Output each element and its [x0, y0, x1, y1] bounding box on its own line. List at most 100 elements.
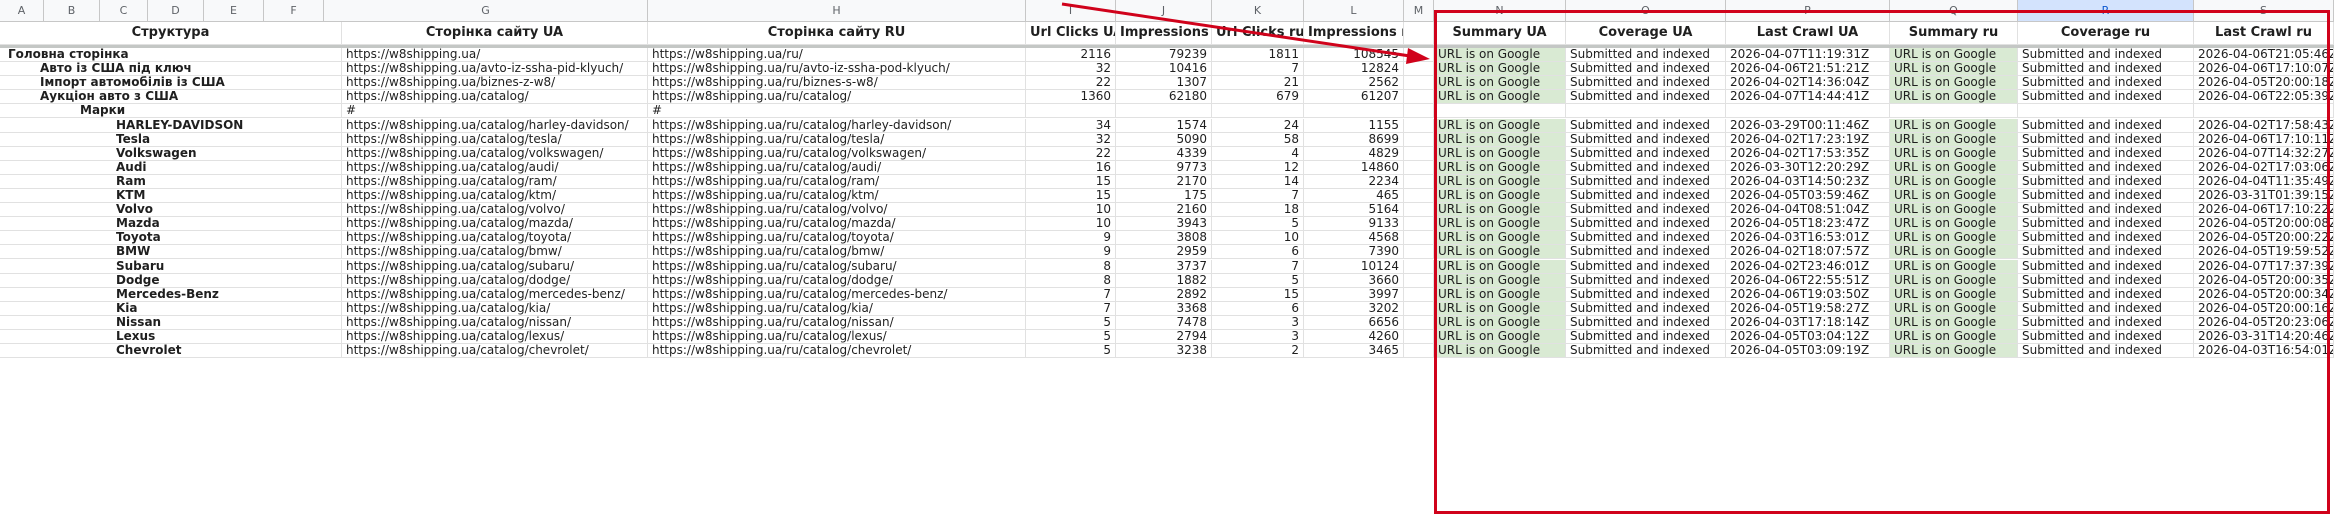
column-header-j[interactable]: J: [1116, 0, 1212, 22]
page-ua-cell[interactable]: https://w8shipping.ua/biznes-z-w8/: [342, 76, 648, 91]
coverage-ua-cell[interactable]: Submitted and indexed: [1566, 273, 1726, 288]
url-clicks-ru-cell[interactable]: 5: [1212, 273, 1304, 288]
page-ru-cell[interactable]: https://w8shipping.ua/ru/catalog/volvo/: [648, 203, 1026, 218]
coverage-ua-cell[interactable]: Submitted and indexed: [1566, 76, 1726, 91]
url-clicks-ru-cell[interactable]: 18: [1212, 203, 1304, 218]
last-crawl-ru-cell[interactable]: 2026-03-31T01:39:15Z: [2194, 189, 2334, 204]
empty-cell[interactable]: [1404, 217, 1434, 232]
impressions-ru-cell[interactable]: 108545: [1304, 48, 1404, 63]
coverage-ua-cell[interactable]: Submitted and indexed: [1566, 160, 1726, 175]
summary-ru-cell[interactable]: URL is on Google: [1890, 217, 2018, 232]
page-ru-cell[interactable]: https://w8shipping.ua/ru/catalog/harley-…: [648, 118, 1026, 133]
coverage-ru-cell[interactable]: [2018, 104, 2194, 119]
last-crawl-ua-cell[interactable]: 2026-04-05T18:23:47Z: [1726, 217, 1890, 232]
coverage-ru-cell[interactable]: Submitted and indexed: [2018, 174, 2194, 189]
header-summary-ua[interactable]: Summary UA: [1434, 22, 1566, 45]
coverage-ua-cell[interactable]: Submitted and indexed: [1566, 90, 1726, 105]
column-header-q[interactable]: Q: [1890, 0, 2018, 22]
coverage-ua-cell[interactable]: Submitted and indexed: [1566, 315, 1726, 330]
column-header-g[interactable]: G: [324, 0, 648, 22]
summary-ru-cell[interactable]: URL is on Google: [1890, 189, 2018, 204]
empty-cell[interactable]: [1404, 287, 1434, 302]
impressions-ru-cell[interactable]: 1155: [1304, 118, 1404, 133]
last-crawl-ru-cell[interactable]: 2026-04-06T22:05:39Z: [2194, 90, 2334, 105]
url-clicks-ru-cell[interactable]: 2: [1212, 344, 1304, 359]
page-ua-cell[interactable]: https://w8shipping.ua/catalog/audi/: [342, 160, 648, 175]
empty-cell[interactable]: [1404, 76, 1434, 91]
coverage-ua-cell[interactable]: Submitted and indexed: [1566, 245, 1726, 260]
impressions-ua-cell[interactable]: 5090: [1116, 132, 1212, 147]
summary-ua-cell[interactable]: URL is on Google: [1434, 301, 1566, 316]
impressions-ru-cell[interactable]: 3997: [1304, 287, 1404, 302]
page-ua-cell[interactable]: https://w8shipping.ua/catalog/dodge/: [342, 273, 648, 288]
column-header-k[interactable]: K: [1212, 0, 1304, 22]
summary-ua-cell[interactable]: URL is on Google: [1434, 203, 1566, 218]
impressions-ru-cell[interactable]: 465: [1304, 189, 1404, 204]
empty-cell[interactable]: [1404, 245, 1434, 260]
column-header-e[interactable]: E: [204, 0, 264, 22]
summary-ru-cell[interactable]: URL is on Google: [1890, 48, 2018, 63]
coverage-ua-cell[interactable]: Submitted and indexed: [1566, 287, 1726, 302]
impressions-ua-cell[interactable]: 9773: [1116, 160, 1212, 175]
summary-ua-cell[interactable]: URL is on Google: [1434, 189, 1566, 204]
coverage-ua-cell[interactable]: Submitted and indexed: [1566, 203, 1726, 218]
impressions-ru-cell[interactable]: 4829: [1304, 146, 1404, 161]
last-crawl-ru-cell[interactable]: 2026-04-05T20:00:22Z: [2194, 231, 2334, 246]
url-clicks-ru-cell[interactable]: 679: [1212, 90, 1304, 105]
header-summary-ru[interactable]: Summary ru: [1890, 22, 2018, 45]
last-crawl-ua-cell[interactable]: 2026-04-02T18:07:57Z: [1726, 245, 1890, 260]
structure-cell[interactable]: Nissan: [0, 315, 342, 330]
empty-cell[interactable]: [1404, 273, 1434, 288]
header-structure[interactable]: Структура: [0, 22, 342, 45]
summary-ua-cell[interactable]: URL is on Google: [1434, 62, 1566, 77]
summary-ru-cell[interactable]: URL is on Google: [1890, 301, 2018, 316]
url-clicks-ua-cell[interactable]: 32: [1026, 62, 1116, 77]
coverage-ru-cell[interactable]: Submitted and indexed: [2018, 273, 2194, 288]
impressions-ua-cell[interactable]: 2160: [1116, 203, 1212, 218]
page-ru-cell[interactable]: https://w8shipping.ua/ru/catalog/dodge/: [648, 273, 1026, 288]
page-ua-cell[interactable]: #: [342, 104, 648, 119]
empty-cell[interactable]: [1404, 62, 1434, 77]
coverage-ru-cell[interactable]: Submitted and indexed: [2018, 301, 2194, 316]
header-last-crawl-ua[interactable]: Last Crawl UA: [1726, 22, 1890, 45]
last-crawl-ua-cell[interactable]: 2026-03-29T00:11:46Z: [1726, 118, 1890, 133]
coverage-ru-cell[interactable]: Submitted and indexed: [2018, 315, 2194, 330]
page-ua-cell[interactable]: https://w8shipping.ua/catalog/lexus/: [342, 330, 648, 345]
summary-ru-cell[interactable]: URL is on Google: [1890, 245, 2018, 260]
coverage-ru-cell[interactable]: Submitted and indexed: [2018, 48, 2194, 63]
impressions-ua-cell[interactable]: 3368: [1116, 301, 1212, 316]
summary-ua-cell[interactable]: URL is on Google: [1434, 90, 1566, 105]
last-crawl-ru-cell[interactable]: 2026-04-05T20:00:16Z: [2194, 301, 2334, 316]
coverage-ru-cell[interactable]: Submitted and indexed: [2018, 245, 2194, 260]
empty-cell[interactable]: [1404, 189, 1434, 204]
last-crawl-ua-cell[interactable]: 2026-04-07T11:19:31Z: [1726, 48, 1890, 63]
header-page-ru[interactable]: Сторінка сайту RU: [648, 22, 1026, 45]
coverage-ru-cell[interactable]: Submitted and indexed: [2018, 160, 2194, 175]
impressions-ru-cell[interactable]: 61207: [1304, 90, 1404, 105]
page-ua-cell[interactable]: https://w8shipping.ua/: [342, 48, 648, 63]
url-clicks-ru-cell[interactable]: 6: [1212, 245, 1304, 260]
coverage-ru-cell[interactable]: Submitted and indexed: [2018, 259, 2194, 274]
column-header-r[interactable]: R: [2018, 0, 2194, 22]
coverage-ua-cell[interactable]: Submitted and indexed: [1566, 259, 1726, 274]
url-clicks-ua-cell[interactable]: 9: [1026, 231, 1116, 246]
spreadsheet-grid[interactable]: ABCDEFGHIJKLMNOPQRS Структура Сторінка с…: [0, 0, 2334, 516]
structure-cell[interactable]: Toyota: [0, 231, 342, 246]
summary-ua-cell[interactable]: URL is on Google: [1434, 315, 1566, 330]
empty-cell[interactable]: [1404, 330, 1434, 345]
impressions-ua-cell[interactable]: 3943: [1116, 217, 1212, 232]
column-header-o[interactable]: O: [1566, 0, 1726, 22]
summary-ru-cell[interactable]: URL is on Google: [1890, 90, 2018, 105]
impressions-ru-cell[interactable]: 14860: [1304, 160, 1404, 175]
url-clicks-ua-cell[interactable]: 15: [1026, 174, 1116, 189]
page-ua-cell[interactable]: https://w8shipping.ua/catalog/kia/: [342, 301, 648, 316]
page-ru-cell[interactable]: https://w8shipping.ua/ru/catalog/volkswa…: [648, 146, 1026, 161]
last-crawl-ua-cell[interactable]: 2026-04-02T23:46:01Z: [1726, 259, 1890, 274]
empty-cell[interactable]: [1404, 48, 1434, 63]
impressions-ua-cell[interactable]: 2892: [1116, 287, 1212, 302]
structure-cell[interactable]: Subaru: [0, 259, 342, 274]
page-ru-cell[interactable]: https://w8shipping.ua/ru/catalog/ktm/: [648, 189, 1026, 204]
page-ua-cell[interactable]: https://w8shipping.ua/catalog/nissan/: [342, 315, 648, 330]
coverage-ru-cell[interactable]: Submitted and indexed: [2018, 217, 2194, 232]
impressions-ua-cell[interactable]: 7478: [1116, 315, 1212, 330]
